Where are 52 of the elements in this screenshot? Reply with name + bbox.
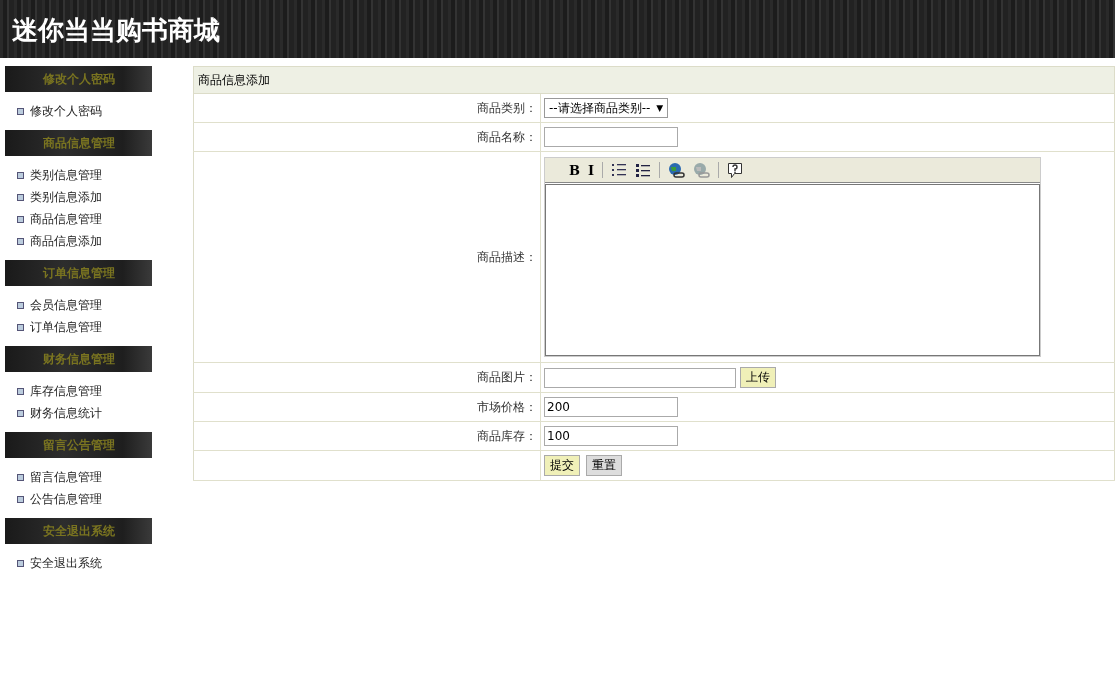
bullet-icon xyxy=(17,301,24,309)
bullet-icon xyxy=(17,107,24,115)
input-field[interactable]: 200 xyxy=(544,397,678,417)
field-label: 商品名称： xyxy=(477,129,537,144)
menu-link[interactable]: 类别信息添加 xyxy=(30,188,102,206)
globe-link-icon[interactable] xyxy=(668,161,686,179)
section-header: 商品信息管理 xyxy=(5,130,152,156)
input-field[interactable] xyxy=(544,127,678,147)
panel-title: 商品信息添加 xyxy=(193,66,1115,94)
menu-link[interactable]: 类别信息管理 xyxy=(30,166,102,184)
section-header: 安全退出系统 xyxy=(5,518,152,544)
field-label: 商品描述： xyxy=(477,249,537,264)
category-dropdown[interactable]: --请选择商品类别-- ▼ xyxy=(544,98,669,118)
field-label: 市场价格： xyxy=(477,399,537,414)
section-header: 修改个人密码 xyxy=(5,66,152,92)
field-label: 商品库存： xyxy=(477,428,537,443)
menu-link[interactable]: 公告信息管理 xyxy=(30,490,102,508)
bullet-icon xyxy=(17,495,24,503)
menu-link[interactable]: 商品信息添加 xyxy=(30,232,102,250)
bullet-icon xyxy=(17,323,24,331)
bullet-icon xyxy=(17,237,24,245)
numbered-list-icon[interactable] xyxy=(611,162,628,178)
bullet-icon xyxy=(17,171,24,179)
menu-link[interactable]: 财务信息统计 xyxy=(30,404,102,422)
bullet-icon xyxy=(17,193,24,201)
help-icon[interactable] xyxy=(727,161,744,179)
field-label: 商品图片： xyxy=(477,370,537,384)
upload-button[interactable]: 上传 xyxy=(740,367,776,388)
section-header: 留言公告管理 xyxy=(5,432,152,458)
menu-link[interactable]: 库存信息管理 xyxy=(30,382,102,400)
bullet-list-icon[interactable] xyxy=(635,162,652,178)
site-title: 迷你当当购书商城 xyxy=(11,14,221,47)
reset-button[interactable]: 重置 xyxy=(586,455,622,476)
menu-link[interactable]: 安全退出系统 xyxy=(30,554,102,572)
bullet-icon xyxy=(17,473,24,481)
section-header: 订单信息管理 xyxy=(5,260,152,286)
bullet-icon xyxy=(17,559,24,567)
bullet-icon xyxy=(17,215,24,223)
bold-button[interactable]: B xyxy=(569,162,580,178)
menu-link[interactable]: 留言信息管理 xyxy=(30,468,102,486)
input-field[interactable] xyxy=(544,367,736,388)
field-label: 商品类别： xyxy=(477,100,537,115)
section-header: 财务信息管理 xyxy=(5,346,152,372)
submit-button[interactable]: 提交 xyxy=(544,455,580,476)
menu-link[interactable]: 订单信息管理 xyxy=(30,318,102,336)
bullet-icon xyxy=(17,409,24,417)
menu-link[interactable]: 商品信息管理 xyxy=(30,210,102,228)
input-field[interactable]: 100 xyxy=(544,426,678,446)
italic-button[interactable]: I xyxy=(588,162,595,178)
menu-link[interactable]: 修改个人密码 xyxy=(30,102,102,120)
bullet-icon xyxy=(17,387,24,395)
menu-link[interactable]: 会员信息管理 xyxy=(30,296,102,314)
